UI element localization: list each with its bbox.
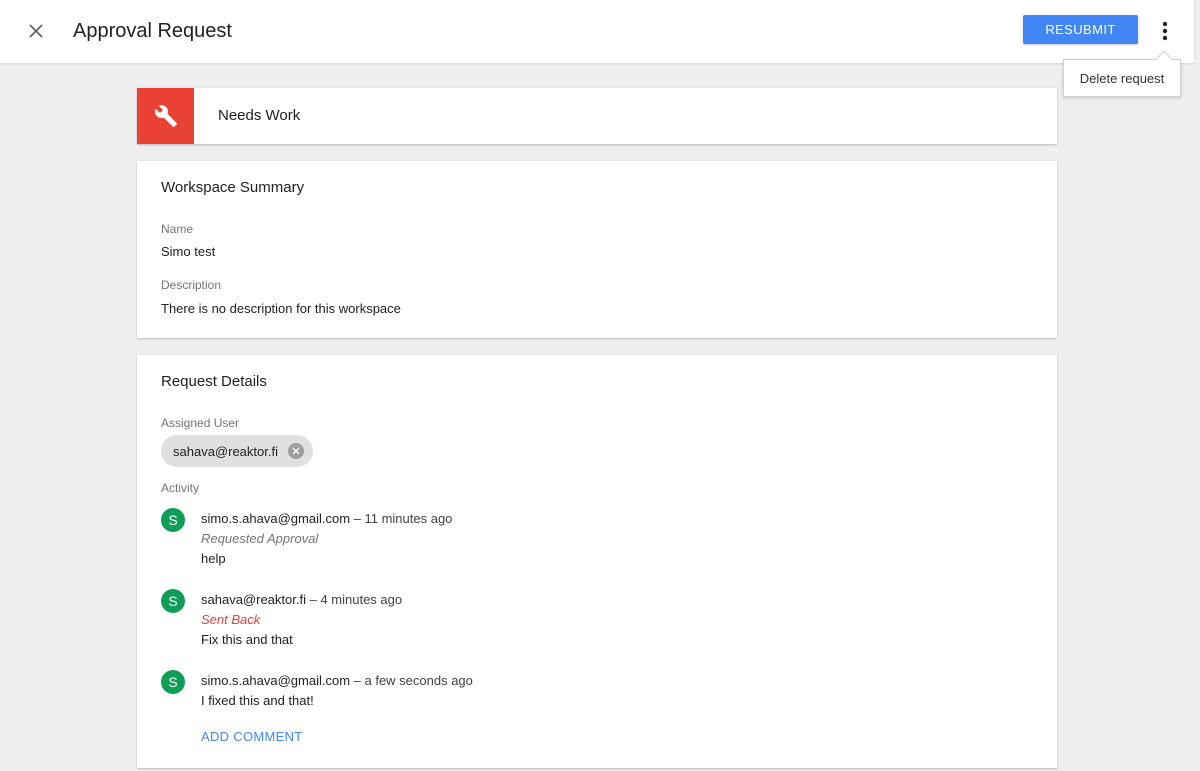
activity-user: simo.s.ahava@gmail.com [201, 511, 351, 526]
close-button[interactable] [22, 17, 50, 45]
activity-time: – a few seconds ago [350, 673, 473, 688]
avatar: S [161, 670, 185, 694]
avatar: S [161, 589, 185, 613]
activity-header: simo.s.ahava@gmail.com – 11 minutes ago [201, 510, 452, 528]
activity-header: sahava@reaktor.fi – 4 minutes ago [201, 591, 402, 609]
request-details-card: Request Details Assigned User sahava@rea… [137, 355, 1057, 768]
approval-request-page: Approval Request RESUBMIT Delete request… [0, 0, 1200, 771]
activity-item: S simo.s.ahava@gmail.com – 11 minutes ag… [161, 508, 1021, 568]
top-bar: Approval Request RESUBMIT [0, 0, 1194, 63]
avatar: S [161, 508, 185, 532]
remove-assigned-user-button[interactable] [288, 443, 304, 459]
description-value: There is no description for this workspa… [161, 301, 401, 316]
activity-message: help [201, 551, 226, 566]
activity-user: simo.s.ahava@gmail.com [201, 673, 351, 688]
assigned-user-email: sahava@reaktor.fi [173, 443, 278, 459]
workspace-summary-card: Workspace Summary Name Simo test Descrip… [137, 161, 1057, 338]
scrollbar-track [1194, 0, 1200, 771]
request-details-title: Request Details [161, 373, 267, 390]
activity-item: S simo.s.ahava@gmail.com – a few seconds… [161, 670, 1021, 710]
activity-item: S sahava@reaktor.fi – 4 minutes ago Sent… [161, 589, 1021, 649]
delete-request-label: Delete request [1079, 70, 1165, 86]
activity-header: simo.s.ahava@gmail.com – a few seconds a… [201, 672, 473, 690]
activity-user: sahava@reaktor.fi [201, 592, 306, 607]
resubmit-button[interactable]: RESUBMIT [1023, 15, 1138, 44]
status-icon-box [137, 88, 194, 144]
activity-message: Fix this and that [201, 632, 293, 647]
activity-time: – 11 minutes ago [350, 511, 453, 526]
name-value: Simo test [161, 244, 216, 259]
close-icon [29, 24, 43, 38]
page-title: Approval Request [73, 20, 232, 42]
description-label: Description [161, 278, 222, 292]
cancel-icon [292, 447, 300, 455]
more-options-button[interactable] [1152, 17, 1178, 45]
status-card: Needs Work [137, 88, 1057, 144]
more-vert-icon [1162, 21, 1168, 41]
workspace-summary-title: Workspace Summary [161, 179, 305, 196]
activity-time: – 4 minutes ago [305, 592, 403, 607]
add-comment-button[interactable]: ADD COMMENT [201, 729, 303, 744]
activity-status: Sent Back [201, 612, 261, 627]
activity-status: Requested Approval [201, 531, 319, 546]
status-label: Needs Work [218, 107, 301, 124]
assigned-user-label: Assigned User [161, 416, 240, 430]
assigned-user-chip: sahava@reaktor.fi [161, 435, 313, 467]
name-label: Name [161, 222, 194, 236]
activity-message: I fixed this and that! [201, 693, 314, 708]
activity-label: Activity [161, 481, 200, 495]
wrench-icon [154, 105, 177, 127]
